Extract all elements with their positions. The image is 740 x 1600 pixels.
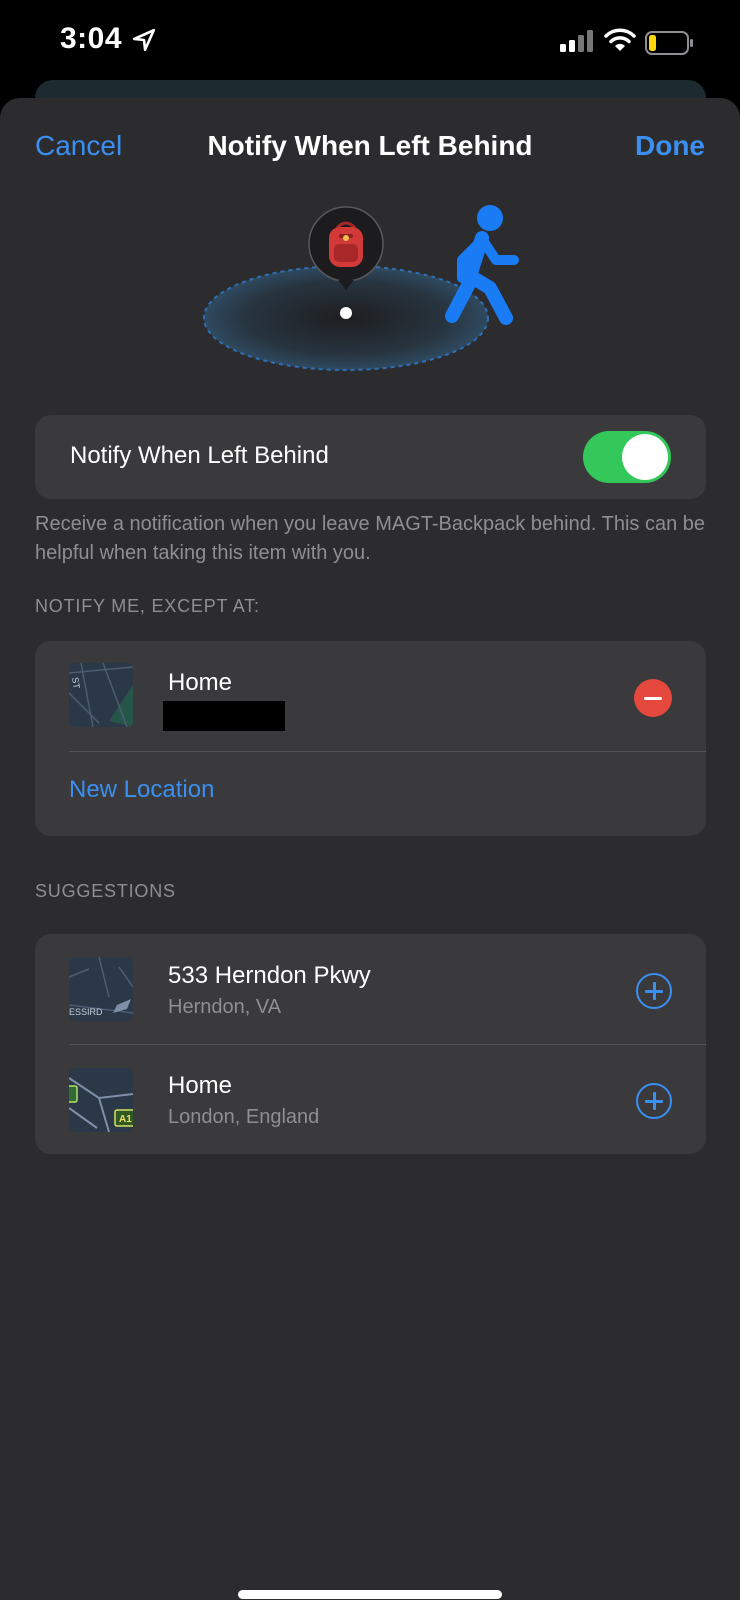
svg-text:ST: ST [70, 676, 82, 690]
suggestion-title: 533 Herndon Pkwy [168, 962, 371, 989]
done-button[interactable]: Done [635, 130, 705, 162]
battery-icon [645, 31, 693, 55]
map-label: ESSIRD [69, 1007, 103, 1017]
list-item[interactable]: ESSIRD 533 Herndon Pkwy Herndon, VA [35, 934, 706, 1044]
page-title: Notify When Left Behind [207, 130, 533, 161]
row-divider [69, 751, 706, 752]
notify-left-behind-sheet: Cancel Notify When Left Behind Done Noti… [0, 98, 740, 1600]
remove-location-button[interactable] [634, 679, 672, 717]
suggestions-group: ESSIRD 533 Herndon Pkwy Herndon, VA A1 H… [35, 934, 706, 1154]
new-location-button[interactable]: New Location [69, 776, 214, 804]
suggestion-subtitle: Herndon, VA [168, 996, 282, 1018]
notify-toggle-row: Notify When Left Behind [35, 415, 706, 499]
except-locations-group: ST Home New Location [35, 641, 706, 836]
status-time: 3:04 [60, 22, 123, 55]
location-arrow-icon [132, 28, 156, 52]
toggle-knob[interactable] [622, 434, 668, 480]
add-suggestion-button[interactable] [636, 973, 672, 1009]
home-indicator[interactable] [238, 1590, 502, 1599]
map-thumbnail: ESSIRD [69, 957, 133, 1021]
wifi-icon [604, 28, 636, 51]
suggestion-title: Home [168, 1072, 233, 1099]
map-thumbnail: ST [69, 663, 133, 727]
location-title: Home [168, 669, 233, 696]
item-location-dot [340, 307, 352, 319]
left-behind-illustration [203, 205, 519, 371]
notify-toggle-switch[interactable] [583, 431, 671, 483]
except-section-header: NOTIFY ME, EXCEPT AT: [35, 596, 260, 616]
notify-toggle-label: Notify When Left Behind [70, 442, 329, 469]
cellular-signal-icon [560, 30, 593, 52]
list-item[interactable]: ST Home [35, 641, 706, 751]
suggestions-section-header: SUGGESTIONS [35, 881, 176, 901]
suggestion-subtitle: London, England [168, 1106, 320, 1128]
toggle-footnote: Receive a notification when you leave MA… [35, 513, 705, 564]
add-suggestion-button[interactable] [636, 1083, 672, 1119]
walking-person-icon [445, 205, 519, 325]
status-bar: 3:04 [0, 0, 740, 86]
list-item[interactable]: A1 Home London, England [35, 1045, 706, 1154]
map-thumbnail: A1 [69, 1068, 133, 1132]
map-label: A1 [119, 1114, 132, 1125]
redacted-address [163, 701, 285, 731]
